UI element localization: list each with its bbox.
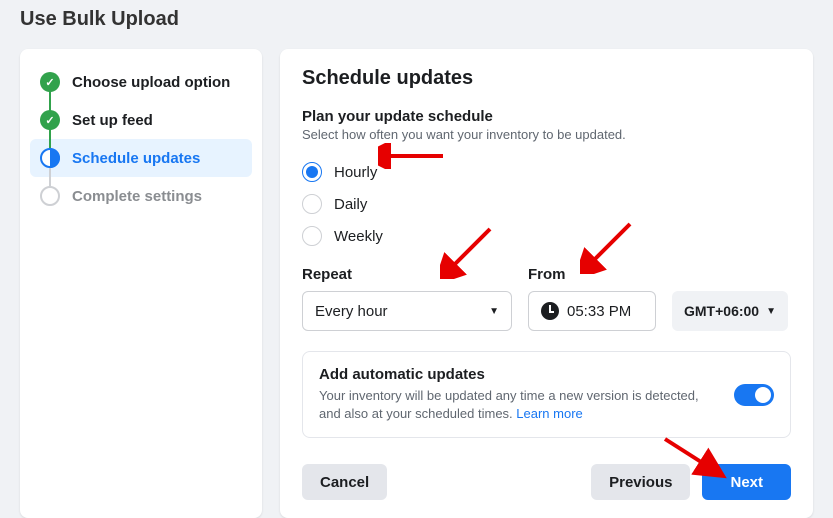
- stepper-sidebar: Choose upload option Set up feed Schedul…: [20, 49, 262, 518]
- radio-label: Daily: [334, 196, 367, 213]
- plan-subtext: Select how often you want your inventory…: [302, 127, 791, 142]
- info-title: Add automatic updates: [319, 366, 718, 383]
- page-title: Use Bulk Upload: [20, 0, 813, 49]
- step-label: Schedule updates: [72, 150, 200, 167]
- repeat-value: Every hour: [315, 303, 388, 320]
- next-button[interactable]: Next: [702, 464, 791, 500]
- radio-icon: [302, 226, 322, 246]
- step-label: Choose upload option: [72, 74, 230, 91]
- caret-down-icon: ▼: [766, 306, 776, 317]
- radio-weekly[interactable]: Weekly: [302, 220, 791, 252]
- learn-more-link[interactable]: Learn more: [516, 406, 582, 421]
- radio-label: Weekly: [334, 228, 383, 245]
- step-complete-settings[interactable]: Complete settings: [30, 177, 252, 215]
- repeat-label: Repeat: [302, 266, 512, 283]
- auto-updates-toggle[interactable]: [734, 384, 774, 406]
- from-label: From: [528, 266, 656, 283]
- step-setup-feed[interactable]: Set up feed: [30, 101, 252, 139]
- check-icon: [40, 110, 60, 130]
- frequency-radio-group: Hourly Daily Weekly: [302, 156, 791, 252]
- step-label: Complete settings: [72, 188, 202, 205]
- step-label: Set up feed: [72, 112, 153, 129]
- radio-icon: [302, 162, 322, 182]
- auto-updates-card: Add automatic updates Your inventory wil…: [302, 351, 791, 438]
- step-schedule-updates[interactable]: Schedule updates: [30, 139, 252, 177]
- radio-label: Hourly: [334, 164, 377, 181]
- timezone-value: GMT+06:00: [684, 303, 759, 319]
- previous-button[interactable]: Previous: [591, 464, 690, 500]
- info-text: Your inventory will be updated any time …: [319, 387, 718, 423]
- time-value: 05:33 PM: [567, 303, 631, 320]
- info-text-body: Your inventory will be updated any time …: [319, 388, 699, 421]
- caret-down-icon: ▼: [489, 306, 499, 317]
- from-time-input[interactable]: 05:33 PM: [528, 291, 656, 331]
- radio-hourly[interactable]: Hourly: [302, 156, 791, 188]
- cancel-button[interactable]: Cancel: [302, 464, 387, 500]
- repeat-select[interactable]: Every hour ▼: [302, 291, 512, 331]
- main-panel: Schedule updates Plan your update schedu…: [280, 49, 813, 518]
- timezone-select[interactable]: GMT+06:00 ▼: [672, 291, 788, 331]
- clock-icon: [541, 302, 559, 320]
- half-circle-icon: [40, 148, 60, 168]
- radio-daily[interactable]: Daily: [302, 188, 791, 220]
- check-icon: [40, 72, 60, 92]
- main-heading: Schedule updates: [302, 67, 791, 90]
- radio-icon: [302, 194, 322, 214]
- circle-icon: [40, 186, 60, 206]
- plan-subheading: Plan your update schedule: [302, 108, 791, 125]
- step-choose-upload[interactable]: Choose upload option: [30, 63, 252, 101]
